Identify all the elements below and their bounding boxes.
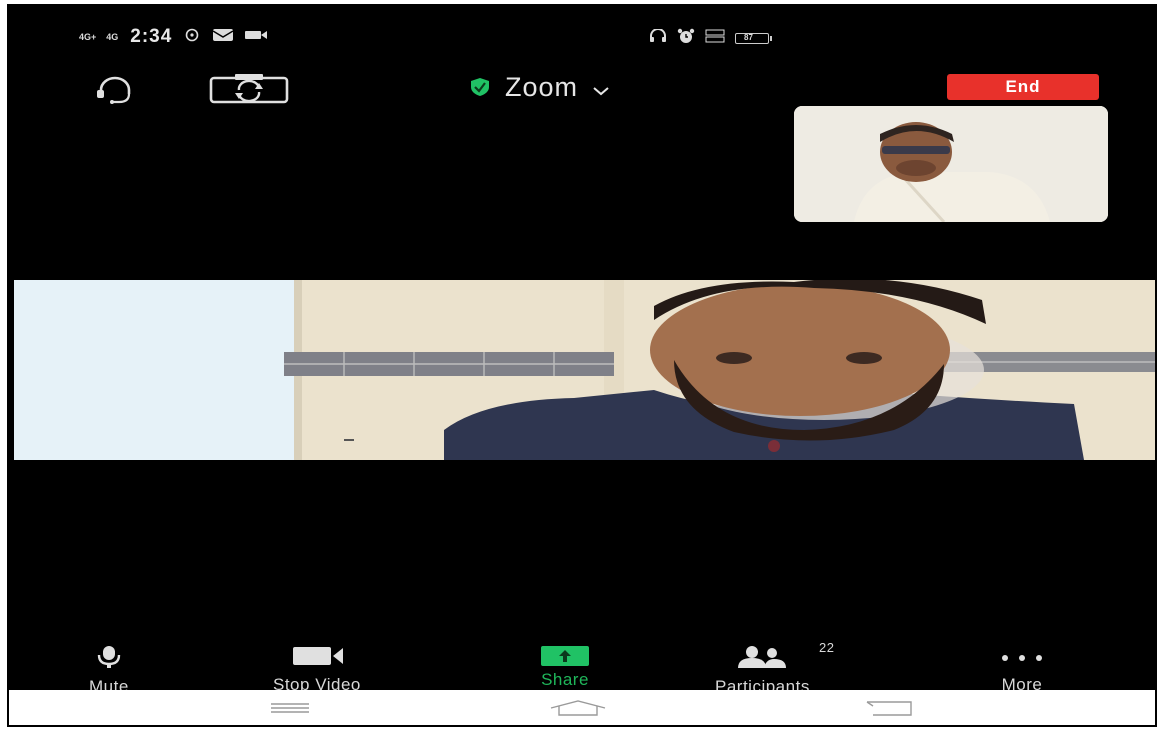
share-label: Share — [541, 670, 589, 689]
network-indicator-1: 4G+ — [79, 31, 97, 42]
microphone-icon — [95, 646, 123, 673]
status-bar: 4G+ 4G 2:34 87 — [9, 6, 1155, 62]
back-icon[interactable] — [861, 698, 917, 723]
message-icon — [212, 28, 234, 47]
shield-check-icon — [469, 72, 491, 103]
zoom-meeting-screen: 4G+ 4G 2:34 87 Zoom End Mute Stop Video … — [7, 4, 1157, 727]
end-meeting-button[interactable]: End — [947, 74, 1099, 100]
participants-icon — [734, 646, 790, 673]
home-icon[interactable] — [547, 698, 609, 723]
status-time: 2:34 — [130, 26, 173, 47]
more-dots-icon — [997, 646, 1047, 671]
menu-icon[interactable] — [267, 698, 313, 723]
self-view-person-image — [794, 106, 1108, 222]
stop-video-button[interactable]: Stop Video — [273, 646, 361, 695]
switch-camera-icon[interactable] — [209, 74, 289, 109]
headset-icon[interactable] — [93, 76, 137, 109]
video-icon — [244, 28, 268, 46]
headphones-icon — [649, 28, 667, 48]
whatsapp-icon — [182, 28, 202, 47]
active-speaker-video[interactable] — [14, 280, 1155, 460]
battery-icon: 87 — [735, 33, 772, 44]
participants-count: 22 — [819, 640, 835, 655]
meeting-bottom-toolbar: Mute Stop Video Share 22 Participants Mo… — [9, 640, 1155, 696]
video-camera-icon — [287, 646, 347, 671]
chevron-down-icon — [592, 72, 610, 103]
network-indicator-2: 4G — [106, 31, 119, 42]
meeting-title-dropdown[interactable]: Zoom — [469, 72, 610, 103]
battery-level: 87 — [744, 33, 753, 42]
system-navigation-bar — [9, 690, 1155, 725]
share-button[interactable]: Share — [541, 646, 589, 690]
more-button[interactable]: More — [997, 646, 1047, 695]
share-upload-icon — [541, 646, 589, 666]
volte-icon — [705, 29, 725, 48]
alarm-icon — [677, 28, 695, 49]
meeting-title: Zoom — [505, 72, 579, 102]
speaker-person-image — [14, 280, 1155, 460]
self-view-thumbnail[interactable] — [794, 106, 1108, 222]
